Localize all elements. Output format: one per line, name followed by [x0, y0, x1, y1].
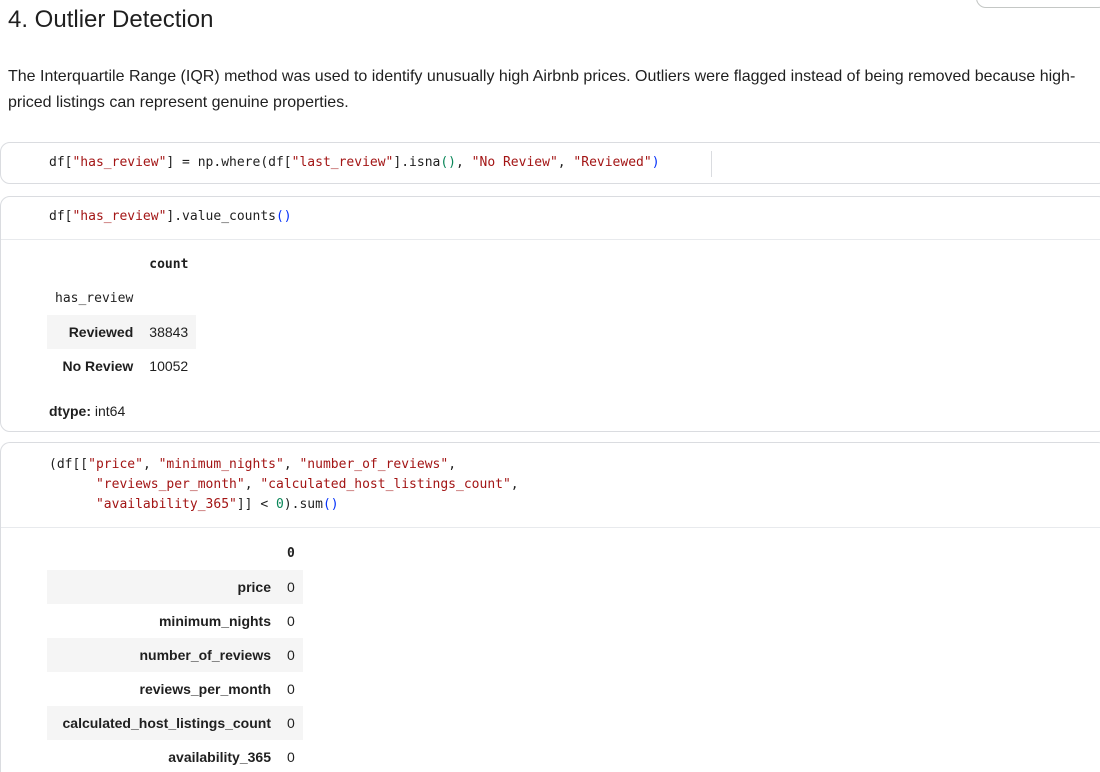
code-editor-3[interactable]: (df[["price", "minimum_nights", "number_… [49, 455, 519, 515]
row-label: price [47, 570, 279, 604]
row-value: 0 [279, 570, 303, 604]
row-label: calculated_host_listings_count [47, 706, 279, 740]
row-value: 0 [287, 681, 295, 697]
code-cell-2[interactable]: df["has_review"].value_counts() count ha… [0, 196, 1100, 432]
table-corner [47, 536, 279, 570]
table-row: No Review 10052 [47, 349, 196, 383]
row-value: 38843 [141, 315, 197, 349]
row-value: 0 [279, 638, 303, 672]
column-header: count [149, 256, 189, 272]
negative-values-table: 0 price 0 minimum_nights 0 number_of_rev… [47, 536, 303, 772]
table-row: availability_365 0 [47, 740, 303, 772]
row-value: 10052 [149, 358, 189, 374]
table-row: minimum_nights 0 [47, 604, 303, 638]
row-label: Reviewed [47, 315, 142, 349]
table-row: Reviewed 38843 [47, 315, 197, 349]
row-label: number_of_reviews [47, 638, 279, 672]
editor-cursor [711, 151, 712, 177]
code-editor-2[interactable]: df["has_review"].value_counts() [49, 207, 292, 227]
row-value: 0 [287, 613, 295, 629]
section-heading: 4. Outlier Detection [8, 6, 214, 33]
row-label: No Review [62, 358, 134, 374]
table-row: price 0 [47, 570, 303, 604]
table-corner [47, 247, 141, 281]
value-counts-table: count has_review Reviewed 38843 No Revie… [47, 247, 197, 383]
section-paragraph: The Interquartile Range (IQR) method was… [8, 68, 1076, 111]
row-label: availability_365 [168, 749, 271, 765]
column-header: 0 [287, 545, 295, 561]
code-cell-3[interactable]: (df[["price", "minimum_nights", "number_… [0, 442, 1100, 772]
output-divider [1, 527, 1100, 528]
output-divider [1, 239, 1100, 240]
table-row: calculated_host_listings_count 0 [47, 706, 303, 740]
row-value: 0 [279, 706, 303, 740]
row-label: minimum_nights [158, 613, 271, 629]
table-row: reviews_per_month 0 [47, 672, 303, 706]
code-cell-1[interactable]: df["has_review"] = np.where(df["last_rev… [0, 142, 1100, 184]
index-name: has_review [55, 290, 134, 306]
row-value: 0 [287, 749, 295, 765]
code-editor-1[interactable]: df["has_review"] = np.where(df["last_rev… [49, 153, 660, 173]
index-name-spacer [141, 281, 196, 315]
row-label: reviews_per_month [139, 681, 272, 697]
dtype-line: dtype: int64 [49, 403, 126, 419]
toolbar-corner-button[interactable] [976, 0, 1100, 8]
notebook-page: 4. Outlier Detection The Interquartile R… [0, 0, 1100, 772]
table-row: number_of_reviews 0 [47, 638, 303, 672]
